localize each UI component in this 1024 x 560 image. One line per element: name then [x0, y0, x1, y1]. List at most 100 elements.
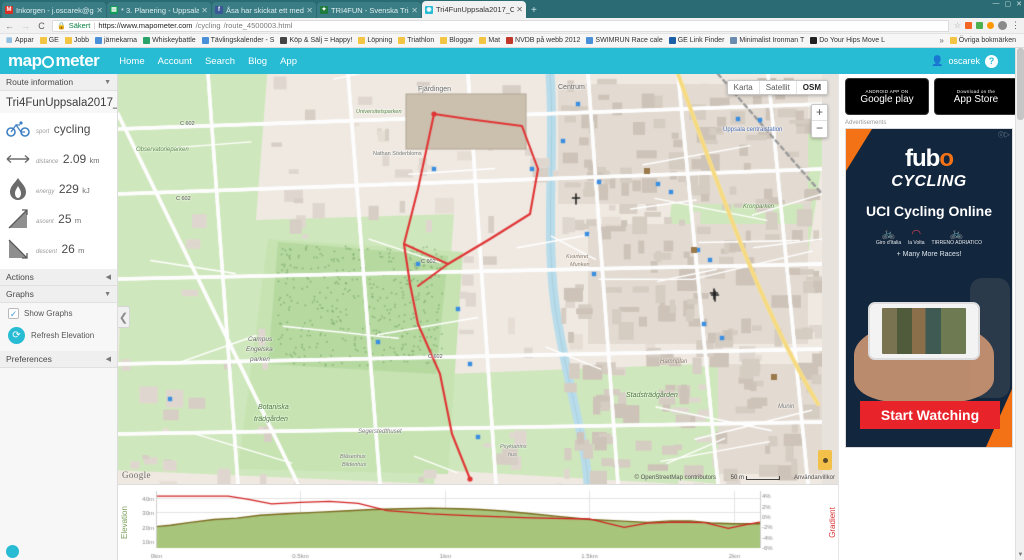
bookmark-star-icon[interactable]: ☆	[954, 21, 961, 30]
extension-icon-1[interactable]	[965, 22, 972, 29]
google-play-button[interactable]: ANDROID APP ON Google play	[845, 78, 929, 115]
reload-icon[interactable]: C	[36, 21, 47, 31]
mapometer-logo[interactable]: map meter	[8, 51, 100, 71]
bookmark-item[interactable]: Löpning	[356, 37, 396, 44]
bookmark-item[interactable]: ▦ Appar	[4, 37, 38, 44]
show-graphs-checkbox[interactable]: ✓	[8, 308, 19, 319]
stat-unit: m	[78, 246, 85, 255]
panel-preferences[interactable]: Preferences ◀	[0, 351, 117, 368]
close-icon[interactable]: ✕	[96, 6, 103, 15]
ad-photo	[846, 264, 1012, 414]
username-label[interactable]: oscarek	[948, 56, 980, 66]
new-tab-button[interactable]: +	[531, 5, 537, 16]
zoom-in-button[interactable]: +	[812, 105, 827, 121]
browser-tab[interactable]: M Inkorgen - j.oscarek@g ✕	[2, 2, 106, 18]
lock-icon: 🔒	[57, 22, 66, 30]
bookmark-item[interactable]: Whiskeybattle	[141, 37, 200, 44]
elevation-canvas[interactable]	[130, 485, 790, 560]
folder-icon	[64, 37, 72, 44]
extension-icon-3[interactable]	[987, 22, 994, 29]
folder-icon	[949, 37, 957, 44]
address-bar[interactable]: 🔒 Säkert | https://www.mapometer.com/cyc…	[52, 19, 949, 32]
close-icon[interactable]: ✕	[411, 6, 418, 15]
scroll-down-icon[interactable]: ▼	[1016, 551, 1024, 560]
map-viewport[interactable]: Fjärdingen Centrum Uppsala centralstation O…	[118, 74, 838, 484]
nav-link-search[interactable]: Search	[205, 56, 235, 67]
map-type-satellit[interactable]: Satellit	[760, 81, 797, 94]
google-logo: Google	[122, 470, 151, 480]
bookmark-item[interactable]: Tävlingskalender - S	[200, 37, 279, 44]
forward-icon[interactable]: →	[20, 21, 31, 31]
refresh-circle-icon[interactable]: ⟳	[8, 327, 25, 344]
nav-link-account[interactable]: Account	[158, 56, 192, 67]
panel-title: Actions	[6, 272, 34, 282]
close-icon[interactable]: ✕	[306, 6, 313, 15]
refresh-elevation-row[interactable]: ⟳ Refresh Elevation	[0, 324, 117, 351]
sidebar-collapse-handle[interactable]: ❮	[118, 306, 130, 328]
panel-actions[interactable]: Actions ◀	[0, 269, 117, 286]
browser-tab[interactable]: ▤ * 3. Planering - Uppsala ✕	[107, 2, 211, 18]
nav-link-home[interactable]: Home	[119, 56, 144, 67]
elevation-chart[interactable]	[130, 485, 826, 560]
show-graphs-row[interactable]: ✓ Show Graphs	[0, 303, 117, 324]
elevation-axis-title: Elevation	[119, 506, 129, 539]
scrollbar-thumb[interactable]	[1017, 48, 1024, 120]
browser-menu-icon[interactable]: ⋮	[1011, 20, 1020, 31]
stat-text: sport cycling	[36, 120, 90, 138]
start-watching-button[interactable]: Start Watching	[860, 401, 1000, 429]
panel-route-information[interactable]: Route information ▼	[0, 74, 117, 91]
close-icon[interactable]: ✕	[201, 6, 208, 15]
google-play-big: Google play	[860, 93, 914, 105]
bookmark-label: Appar	[15, 37, 34, 44]
back-icon[interactable]: ←	[4, 21, 15, 31]
stat-text: descent 26 m	[36, 240, 84, 258]
other-bookmarks-folder[interactable]: Övriga bokmärken	[948, 37, 1020, 44]
volta-logo: ◠ la Volta	[908, 227, 924, 246]
map-terms-link[interactable]: Användarvillkor	[794, 475, 835, 481]
zoom-out-button[interactable]: −	[812, 121, 827, 137]
advertisement-banner[interactable]: ⓘ▷ fubo CYCLING UCI Cycling Online 🚲 Giro…	[845, 128, 1013, 448]
bookmark-item[interactable]: Bloggar	[438, 37, 477, 44]
map-zoom-controls: + −	[811, 104, 828, 138]
bookmark-item[interactable]: NVDB på webb 2012	[504, 37, 584, 44]
bookmark-item[interactable]: Mat	[477, 37, 504, 44]
bookmark-item[interactable]: SWIMRUN Race cale	[584, 37, 666, 44]
secure-label: Säkert	[68, 21, 91, 30]
help-button[interactable]: ?	[985, 54, 998, 68]
giro-label: Giro d'Italia	[875, 240, 902, 246]
ascent-icon	[5, 206, 31, 232]
nav-link-app[interactable]: App	[280, 56, 297, 67]
ad-headline: UCI Cycling Online	[865, 203, 992, 219]
close-window-button[interactable]: ✕	[1016, 0, 1022, 8]
ad-choices-icon[interactable]: ⓘ▷	[996, 129, 1012, 140]
bookmark-item[interactable]: Jobb	[63, 37, 93, 44]
pegman-icon[interactable]	[818, 450, 832, 470]
bookmark-item[interactable]: järnekarna	[93, 37, 141, 44]
panel-graphs[interactable]: Graphs ▼	[0, 286, 117, 303]
volta-mark-icon: ◠	[911, 228, 922, 240]
minimize-button[interactable]: —	[993, 0, 1000, 8]
extension-icon-2[interactable]	[976, 22, 983, 29]
page-scrollbar[interactable]: ▲ ▼	[1015, 48, 1024, 560]
map-type-karta[interactable]: Karta	[728, 81, 760, 94]
close-icon[interactable]: ✕	[516, 5, 523, 14]
map-type-osm[interactable]: OSM	[797, 81, 827, 94]
gmail-icon: M	[5, 6, 13, 14]
bookmark-item[interactable]: Köp & Sälj = Happy!	[278, 37, 356, 44]
bookmark-item[interactable]: Do Your Hips Move L	[808, 37, 889, 44]
maximize-button[interactable]: ▢	[1005, 0, 1012, 8]
browser-tab-active[interactable]: ◉ Tri4FunUppsala2017_Cy ✕	[422, 1, 526, 18]
browser-tab[interactable]: f Åsa har skickat ett med ✕	[212, 2, 316, 18]
browser-tab[interactable]: ✦ TRI4FUN - Svenska Tria ✕	[317, 2, 421, 18]
bookmark-label: Jobb	[73, 37, 89, 44]
nav-link-blog[interactable]: Blog	[248, 56, 267, 67]
app-store-button[interactable]: Download on the App Store	[934, 78, 1018, 115]
phone-device	[868, 302, 980, 360]
bookmark-item[interactable]: Triathlon	[396, 37, 438, 44]
bookmarks-overflow-button[interactable]: »	[935, 36, 947, 45]
bookmark-item[interactable]: GE	[38, 37, 63, 44]
bookmark-item[interactable]: GE Link Finder	[667, 37, 729, 44]
bookmark-item[interactable]: Minimalist Ironman T	[728, 37, 808, 44]
map-canvas[interactable]	[118, 74, 822, 484]
profile-avatar[interactable]	[998, 21, 1007, 30]
